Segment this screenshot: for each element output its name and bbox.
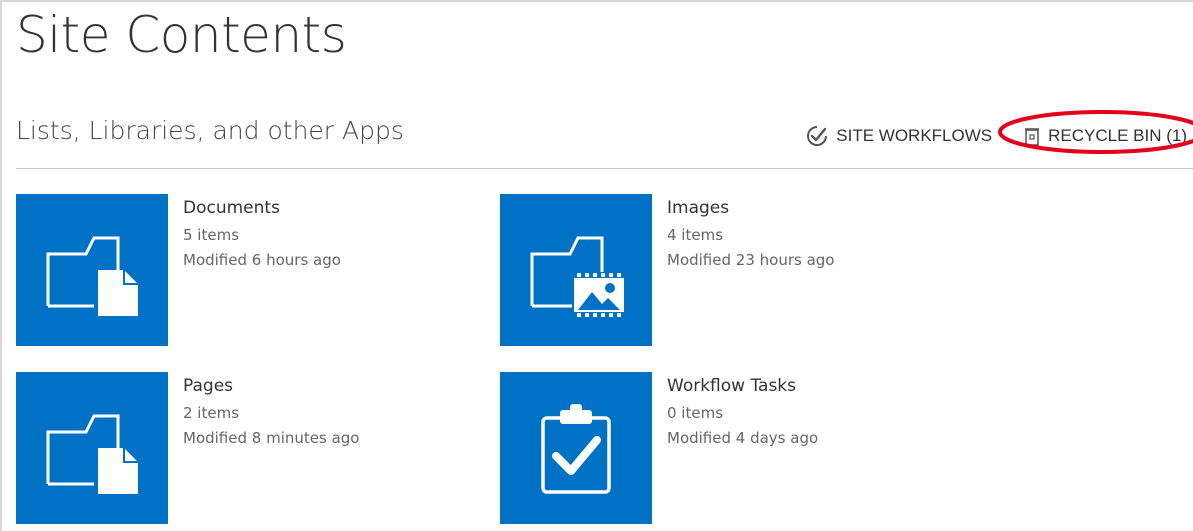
app-tile-pages: Pages 2 items Modified 8 minutes ago (16, 372, 359, 524)
tile-modified: Modified 4 days ago (667, 429, 819, 447)
tile-item-count: 4 items (667, 226, 724, 244)
section-actions: SITE WORKFLOWS RECYCLE BIN (1) (806, 110, 1193, 154)
tile-name[interactable]: Documents (183, 198, 341, 218)
site-workflows-link[interactable]: SITE WORKFLOWS (806, 125, 992, 147)
recycle-bin-link[interactable]: RECYCLE BIN (1) (998, 110, 1193, 154)
tile-name[interactable]: Workflow Tasks (667, 376, 818, 396)
app-tile-images: Images 4 items Modified 23 hours ago (500, 194, 834, 346)
tile-modified: Modified 8 minutes ago (183, 429, 360, 447)
tile-icon-images[interactable] (500, 194, 652, 346)
tile-name[interactable]: Images (667, 198, 834, 218)
clipboard-check-icon (541, 404, 611, 494)
tile-item-count: 0 items (667, 404, 724, 422)
app-tile-workflow-tasks: Workflow Tasks 0 items Modified 4 days a… (500, 372, 818, 524)
tile-info: Pages 2 items Modified 8 minutes ago (183, 372, 359, 524)
tile-item-count: 2 items (183, 404, 240, 422)
tile-modified: Modified 23 hours ago (667, 251, 835, 269)
tile-item-count: 5 items (183, 226, 240, 244)
folder-document-icon (46, 236, 138, 316)
tile-modified: Modified 6 hours ago (183, 251, 341, 269)
trash-can-icon (1024, 126, 1040, 146)
section-title: Lists, Libraries, and other Apps (16, 116, 404, 145)
folder-document-icon (46, 414, 138, 494)
tile-icon-workflow-tasks[interactable] (500, 372, 652, 524)
page-title: Site Contents (16, 6, 347, 64)
tile-icon-pages[interactable] (16, 372, 168, 524)
section-header: Lists, Libraries, and other Apps SITE WO… (16, 110, 1193, 169)
tile-name[interactable]: Pages (183, 376, 359, 396)
tile-info: Images 4 items Modified 23 hours ago (667, 194, 834, 346)
app-tile-documents: Documents 5 items Modified 6 hours ago (16, 194, 341, 346)
tile-info: Documents 5 items Modified 6 hours ago (183, 194, 341, 346)
check-circle-icon (806, 125, 828, 147)
folder-image-icon (530, 236, 624, 318)
tile-icon-documents[interactable] (16, 194, 168, 346)
tile-info: Workflow Tasks 0 items Modified 4 days a… (667, 372, 818, 524)
site-workflows-label: SITE WORKFLOWS (836, 126, 993, 145)
recycle-bin-label: RECYCLE BIN (1) (1048, 126, 1187, 145)
